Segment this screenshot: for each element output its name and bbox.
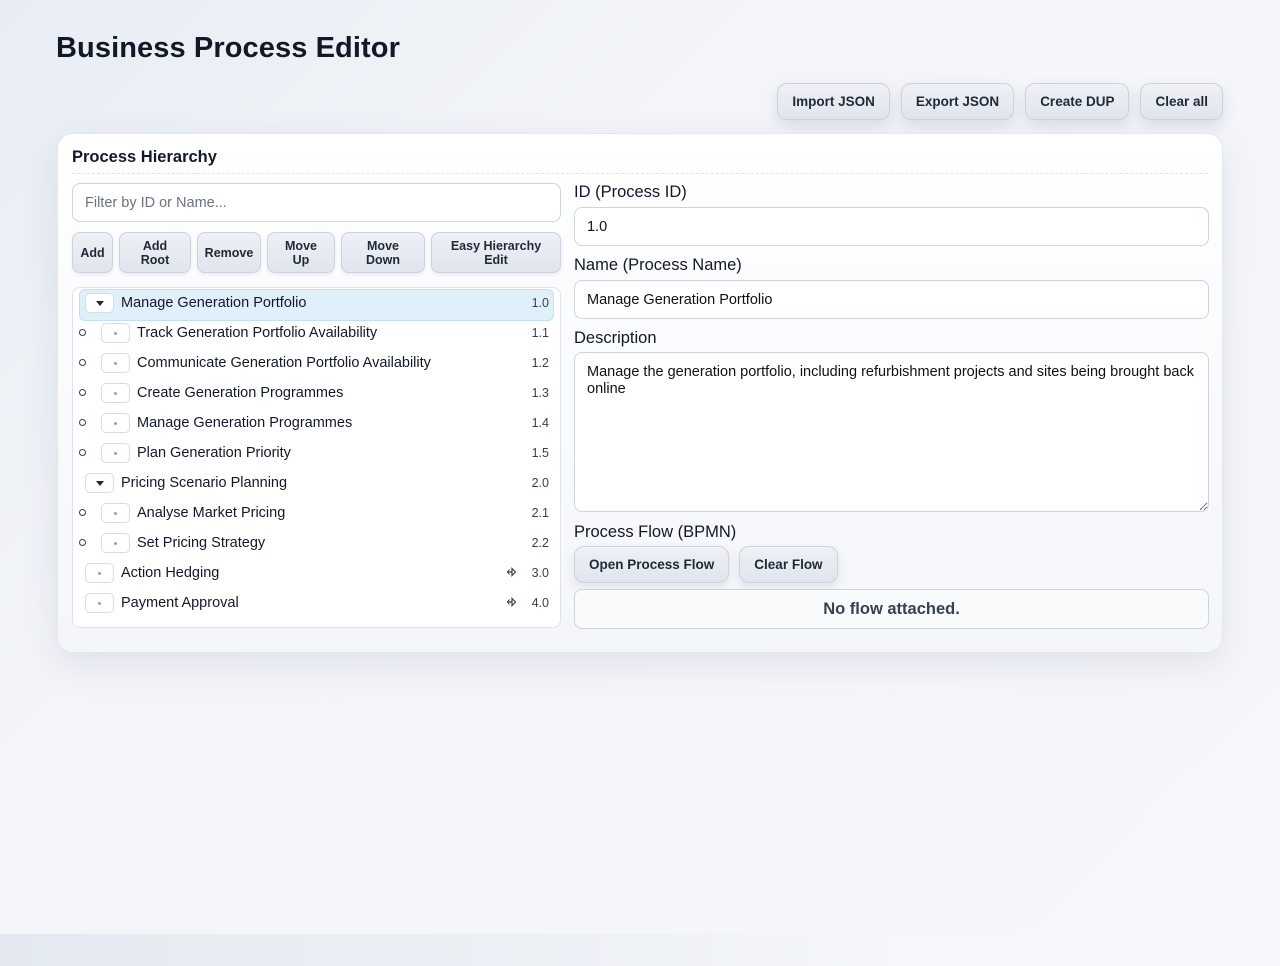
tree-row[interactable]: Pricing Scenario Planning 2.0 bbox=[73, 468, 560, 498]
name-label: Name (Process Name) bbox=[574, 256, 742, 274]
bullet-icon bbox=[79, 539, 86, 546]
process-panel: Process Hierarchy Add AddRoot Remove Mov… bbox=[57, 133, 1223, 653]
move-down-button[interactable]: Move Down bbox=[341, 232, 425, 273]
bullet-icon bbox=[79, 389, 86, 396]
tree-item-label: Action Hedging bbox=[121, 565, 220, 581]
description-label: Description bbox=[574, 329, 657, 347]
leaf-dot-icon bbox=[85, 563, 114, 583]
tree-item-label: Plan Generation Priority bbox=[137, 445, 291, 461]
tree-row[interactable]: Manage Generation Programmes 1.4 bbox=[73, 408, 560, 438]
tree-item-label: Communicate Generation Portfolio Availab… bbox=[137, 355, 431, 371]
process-tree: Manage Generation Portfolio 1.0 Track Gene… bbox=[72, 287, 561, 628]
open-process-flow-button[interactable]: Open Process Flow bbox=[574, 546, 730, 583]
tree-row[interactable]: Action Hedging 3.0 bbox=[73, 558, 560, 588]
tree-row[interactable]: Set Pricing Strategy 2.2 bbox=[73, 528, 560, 558]
leaf-dot-icon bbox=[85, 593, 114, 613]
leaf-dot-icon bbox=[101, 503, 130, 523]
tree-item-id: 3.0 bbox=[531, 566, 549, 580]
tree-item-label: Create Generation Programmes bbox=[137, 385, 344, 401]
chevron-down-icon[interactable] bbox=[85, 293, 114, 313]
leaf-dot-icon bbox=[101, 383, 130, 403]
tree-item-label: Pricing Scenario Planning bbox=[121, 475, 288, 491]
bullet-icon bbox=[79, 419, 86, 426]
tree-item-label: Manage Generation Portfolio bbox=[121, 295, 307, 311]
bullet-icon bbox=[79, 509, 86, 516]
tree-toolbar: Add Add Root Remove Move Up Move Down Easy … bbox=[72, 232, 561, 273]
bullet-icon bbox=[79, 449, 86, 456]
tree-row[interactable]: Plan Generation Priority 1.5 bbox=[73, 438, 560, 468]
tree-item-id: 1.5 bbox=[531, 446, 549, 460]
leaf-dot-icon bbox=[101, 413, 130, 433]
tree-item-id: 1.4 bbox=[531, 416, 549, 430]
process-id-field[interactable] bbox=[574, 207, 1209, 246]
process-flow-label: Process Flow (BPMN) bbox=[574, 523, 737, 541]
import-json-button[interactable]: Import JSON bbox=[777, 83, 890, 120]
remove-button[interactable]: Remove bbox=[197, 232, 261, 273]
process-name-field[interactable] bbox=[574, 280, 1209, 319]
tree-item-id: 1.1 bbox=[531, 326, 549, 340]
leaf-dot-icon bbox=[101, 443, 130, 463]
tree-item-label: Analyse Market Pricing bbox=[137, 505, 286, 521]
flow-attached-icon bbox=[506, 597, 517, 607]
clear-flow-button[interactable]: Clear Flow bbox=[739, 546, 838, 583]
export-json-button[interactable]: Export JSON bbox=[900, 83, 1015, 120]
tree-row[interactable]: Create Generation Programmes 1.3 bbox=[73, 378, 560, 408]
bullet-icon bbox=[79, 329, 86, 336]
tree-row[interactable]: Communicate Generation Portfolio Availab… bbox=[73, 348, 560, 378]
tree-item-label: Manage Generation Programmes bbox=[137, 415, 353, 431]
move-up-button[interactable]: Move Up bbox=[267, 232, 335, 273]
top-toolbar: Import JSON Export JSON Create DUP Clear… bbox=[777, 83, 1223, 120]
panel-divider bbox=[72, 173, 1208, 174]
tree-item-label: Track Generation Portfolio Availability bbox=[137, 325, 378, 341]
clear-all-button[interactable]: Clear all bbox=[1140, 83, 1223, 120]
description-textarea[interactable]: Manage the generation portfolio, includi… bbox=[574, 352, 1209, 512]
leaf-dot-icon bbox=[101, 323, 130, 343]
footer-band bbox=[0, 934, 1280, 966]
tree-item-label: Payment Approval bbox=[121, 595, 239, 611]
tree-row[interactable]: Analyse Market Pricing 2.1 bbox=[73, 498, 560, 528]
add-button[interactable]: Add bbox=[72, 232, 113, 273]
create-dup-button[interactable]: Create DUP bbox=[1025, 83, 1130, 120]
tree-item-id: 1.3 bbox=[531, 386, 549, 400]
tree-row[interactable]: Payment Approval 4.0 bbox=[73, 588, 560, 618]
leaf-dot-icon bbox=[101, 533, 130, 553]
tree-item-id: 2.1 bbox=[531, 506, 549, 520]
filter-input[interactable] bbox=[72, 183, 561, 222]
add-root-button[interactable]: Add Root bbox=[119, 232, 191, 273]
tree-item-id: 2.0 bbox=[531, 476, 549, 490]
tree-row[interactable]: Track Generation Portfolio Availability 1… bbox=[73, 318, 560, 348]
page-title: Business Process Editor bbox=[56, 32, 400, 64]
tree-item-id: 4.0 bbox=[531, 596, 549, 610]
bullet-icon bbox=[79, 359, 86, 366]
tree-item-id: 2.2 bbox=[531, 536, 549, 550]
tree-item-id: 1.0 bbox=[531, 296, 549, 310]
easy-hierarchy-edit-button[interactable]: Easy Hierarchy Edit bbox=[431, 232, 561, 273]
id-label: ID (Process ID) bbox=[574, 183, 687, 201]
tree-item-label: Set Pricing Strategy bbox=[137, 535, 266, 551]
tree-item-id: 1.2 bbox=[531, 356, 549, 370]
flow-status: No flow attached. bbox=[574, 589, 1209, 629]
tree-row[interactable]: Manage Generation Portfolio 1.0 bbox=[73, 288, 560, 321]
flow-attached-icon bbox=[506, 567, 517, 577]
leaf-dot-icon bbox=[101, 353, 130, 373]
flow-actions: Open Process Flow Clear Flow bbox=[574, 546, 838, 583]
panel-title: Process Hierarchy bbox=[72, 148, 217, 166]
chevron-down-icon[interactable] bbox=[85, 473, 114, 493]
